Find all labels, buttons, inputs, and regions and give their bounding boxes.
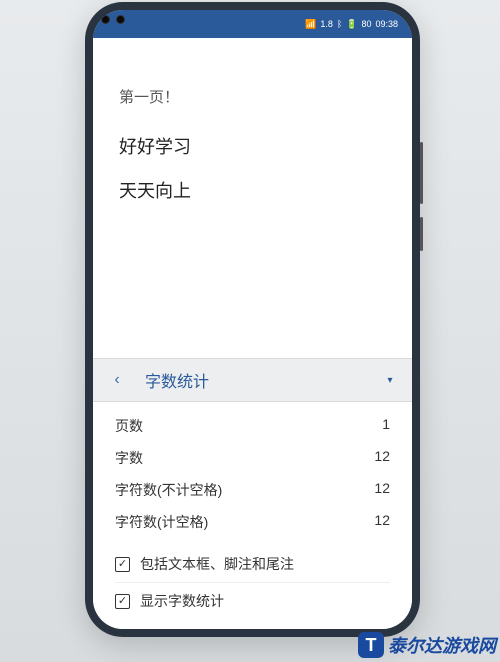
checkbox-icon[interactable]: ✓ — [115, 594, 130, 609]
battery-text: 80 — [361, 19, 371, 29]
watermark: T 泰尔达游戏网 — [358, 632, 496, 658]
stat-label: 字符数(不计空格) — [115, 480, 222, 500]
stat-row: 字符数(不计空格) 12 — [115, 474, 390, 506]
stat-label: 页数 — [115, 416, 143, 436]
camera-icon — [116, 15, 125, 24]
panel-title: 字数统计 — [129, 368, 380, 392]
stat-label: 字符数(计空格) — [115, 512, 208, 532]
document-area[interactable]: 第一页！ 好好学习 天天向上 — [93, 38, 412, 358]
phone-frame: 📶 1.8 ᛒ 🔋 80 09:38 第一页！ 好好学习 天天向上 ‹ 字数统计… — [85, 2, 420, 637]
watermark-text: 泰尔达游戏网 — [388, 632, 496, 658]
checkbox-label: 显示字数统计 — [140, 591, 224, 611]
volume-button — [420, 142, 423, 204]
stat-value: 12 — [374, 512, 390, 532]
status-bar: 📶 1.8 ᛒ 🔋 80 09:38 — [93, 10, 412, 38]
checkbox-label: 包括文本框、脚注和尾注 — [140, 554, 294, 574]
stats-list: 页数 1 字数 12 字符数(不计空格) 12 字符数(计空格) 12 — [93, 402, 412, 542]
stat-row: 页数 1 — [115, 410, 390, 442]
stat-value: 12 — [374, 480, 390, 500]
document-line: 天天向上 — [119, 177, 386, 203]
watermark-icon: T — [358, 632, 384, 658]
back-button[interactable]: ‹ — [105, 371, 129, 389]
stat-value: 12 — [374, 448, 390, 468]
word-count-panel: ‹ 字数统计 ▾ 页数 1 字数 12 字符数(不计空格) 12 字符数( — [93, 358, 412, 629]
panel-header: ‹ 字数统计 ▾ — [93, 358, 412, 402]
options-list: ✓ 包括文本框、脚注和尾注 ✓ 显示字数统计 — [93, 542, 412, 629]
signal-text: 1.8 — [320, 19, 333, 29]
stat-value: 1 — [382, 416, 390, 436]
stat-row: 字符数(计空格) 12 — [115, 506, 390, 538]
power-button — [420, 217, 423, 251]
camera-notch — [101, 15, 125, 24]
stat-row: 字数 12 — [115, 442, 390, 474]
chevron-down-icon[interactable]: ▾ — [380, 375, 400, 386]
battery-icon: 🔋 — [346, 19, 357, 30]
checkbox-row[interactable]: ✓ 包括文本框、脚注和尾注 — [115, 546, 390, 582]
document-line: 第一页！ — [119, 86, 386, 107]
checkbox-icon[interactable]: ✓ — [115, 557, 130, 572]
document-line: 好好学习 — [119, 133, 386, 159]
clock-text: 09:38 — [375, 19, 398, 29]
camera-icon — [101, 15, 110, 24]
bluetooth-icon: ᛒ — [337, 19, 342, 29]
checkbox-row[interactable]: ✓ 显示字数统计 — [115, 582, 390, 619]
stat-label: 字数 — [115, 448, 143, 468]
screen: 📶 1.8 ᛒ 🔋 80 09:38 第一页！ 好好学习 天天向上 ‹ 字数统计… — [93, 10, 412, 629]
signal-icon: 📶 — [305, 19, 316, 30]
